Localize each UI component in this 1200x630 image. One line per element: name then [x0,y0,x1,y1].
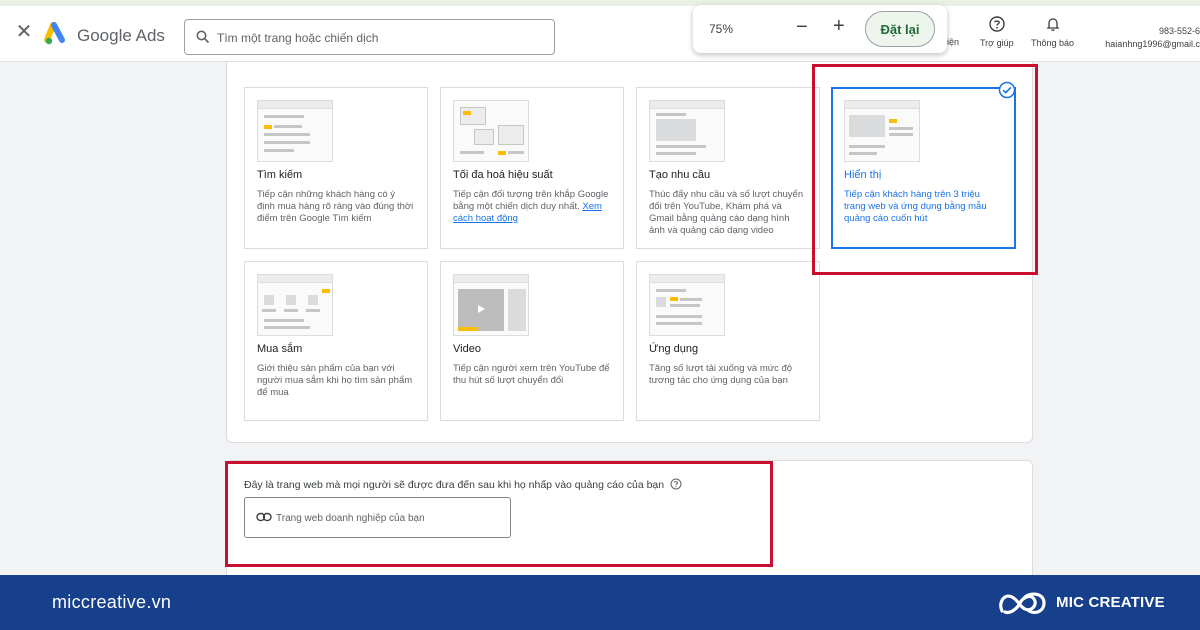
campaign-card-video[interactable]: Video Tiếp cận người xem trên YouTube để… [440,261,624,421]
footer-site-url: miccreative.vn [52,592,172,612]
zoom-in-button[interactable]: + [833,15,845,38]
demand-gen-preview-icon [649,100,725,162]
help-button[interactable]: Trợ giúp [980,16,1014,48]
card-description: Tăng số lượt tải xuống và mức độ tương t… [649,363,793,386]
campaign-card-search[interactable]: Tìm kiếm Tiếp cận những khách hàng có ý … [244,87,428,249]
account-email: haianhng1996@gmail.c [1105,39,1200,49]
browser-strip [0,0,1200,6]
card-description: Tiếp cận đối tượng trên khắp Google bằng… [453,189,611,225]
app-preview-icon [649,274,725,336]
header-item-partial-label[interactable]: iện [947,37,959,47]
card-title: Hiển thị [844,169,882,181]
campaign-card-demand-gen[interactable]: Tạo nhu cầu Thúc đẩy nhu cầu và số lượt … [636,87,820,249]
google-ads-logo [44,22,65,45]
account-id: 983-552-6 [1158,26,1200,36]
website-url-field[interactable] [244,497,511,538]
bell-icon [1045,18,1060,31]
zoom-reset-button[interactable]: Đặt lại [865,11,935,47]
footer-brand-name: MIC CREATIVE [1056,594,1165,611]
campaign-card-performance-max[interactable]: Tối đa hoá hiệu suất Tiếp cận đối tượng … [440,87,624,249]
notifications-button[interactable]: Thông báo [1031,16,1074,48]
video-preview-icon [453,274,529,336]
help-icon [989,16,1005,32]
zoom-out-button[interactable]: − [796,16,808,39]
card-description: Giới thiệu sản phẩm của bạn với người mu… [257,363,413,398]
search-box[interactable] [184,19,555,55]
close-icon[interactable]: ✕ [14,22,34,42]
display-preview-icon [844,100,920,162]
card-description: Tiếp cận khách hàng trên 3 triệu trang w… [844,189,987,224]
notifications-label: Thông báo [1031,38,1075,48]
mic-creative-logo [999,592,1046,615]
campaign-card-app[interactable]: Ứng dụng Tăng số lượt tải xuống và mức đ… [636,261,820,421]
shopping-preview-icon [257,274,333,336]
top-app-bar: ✕ Google Ads iện Trợ giúp Thông báo 983-… [0,0,1200,62]
zoom-popup: 75% − + Đặt lại [693,5,947,53]
search-input[interactable] [217,28,537,48]
help-circle-icon[interactable] [670,478,682,490]
website-url-input[interactable] [276,510,502,526]
account-info[interactable]: 983-552-6 haianhng1996@gmail.c [1104,25,1200,51]
card-title: Tạo nhu cầu [649,169,711,181]
play-icon [478,305,485,313]
search-icon [196,30,210,44]
card-description: Thúc đẩy nhu cầu và số lượt chuyển đổi t… [649,189,804,236]
zoom-level: 75% [709,22,734,36]
website-label: Đây là trang web mà mọi người sẽ được đư… [244,479,665,491]
card-title: Video [453,343,481,355]
link-icon [256,512,272,522]
campaign-card-display[interactable]: Hiển thị Tiếp cận khách hàng trên 3 triệ… [831,81,1016,249]
card-title: Tìm kiếm [257,169,303,181]
footer-banner: miccreative.vn MIC CREATIVE [0,575,1200,630]
campaign-card-shopping[interactable]: Mua sắm Giới thiệu sản phẩm của bạn với … [244,261,428,421]
help-label: Trợ giúp [980,38,1014,48]
performance-max-preview-icon [453,100,529,162]
card-title: Ứng dụng [649,343,699,355]
selected-check-icon [998,81,1016,99]
brand-name: Google Ads [77,26,165,45]
card-title: Mua sắm [257,343,303,355]
card-title: Tối đa hoá hiệu suất [453,169,553,181]
search-preview-icon [257,100,333,162]
card-description: Tiếp cận những khách hàng có ý định mua … [257,189,414,224]
card-description: Tiếp cận người xem trên YouTube để thu h… [453,363,610,386]
